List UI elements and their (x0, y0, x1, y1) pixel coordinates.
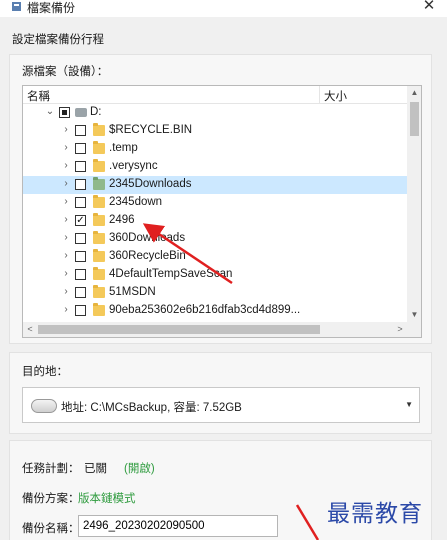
destination-value: 地址: C:\MCsBackup, 容量: 7.52GB (61, 402, 242, 414)
drive-icon (75, 108, 87, 117)
folder-icon (93, 231, 105, 244)
section-title: 設定檔案備份行程 (12, 34, 104, 46)
row-label: 2496 (109, 214, 135, 226)
row-checkbox[interactable] (75, 269, 86, 280)
scroll-down-arrow-icon[interactable]: ▼ (407, 308, 421, 322)
row-label: .verysync (109, 160, 158, 172)
vertical-scrollbar[interactable]: ▲ ▼ (407, 86, 421, 322)
row-label: 360Downloads (109, 232, 186, 244)
folder-icon (93, 285, 105, 298)
row-checkbox[interactable] (59, 107, 70, 118)
chevron-down-icon[interactable]: ▼ (405, 400, 413, 409)
folder-icon (93, 303, 105, 316)
row-checkbox[interactable] (75, 287, 86, 298)
row-label: 2345down (109, 196, 163, 208)
watermark: 最需教育 (327, 501, 423, 527)
schedule-status: 已關 (84, 463, 107, 475)
source-label: 源檔案（設備）： (22, 66, 109, 78)
backup-name-label: 備份名稱： (22, 523, 80, 535)
scroll-corner (407, 322, 421, 337)
tree-row[interactable]: › $RECYCLE.BIN (23, 122, 407, 140)
chevron-right-icon[interactable]: › (61, 124, 71, 136)
folder-icon (93, 177, 105, 190)
chevron-right-icon[interactable]: › (61, 268, 71, 280)
app-icon (12, 2, 21, 11)
tree-row[interactable]: › 2345down (23, 194, 407, 212)
row-checkbox[interactable] (75, 143, 86, 154)
row-label: .temp (109, 142, 138, 154)
row-checkbox[interactable] (75, 125, 86, 136)
row-label: 4DefaultTempSaveScan (109, 268, 233, 280)
row-checkbox[interactable] (75, 251, 86, 262)
title-bar: 檔案備份 ✕ (0, 0, 447, 17)
scroll-left-arrow-icon[interactable]: < (23, 322, 37, 337)
folder-icon (93, 159, 105, 172)
tree-row[interactable]: › 51MSDN (23, 284, 407, 302)
row-label: $RECYCLE.BIN (109, 124, 193, 136)
chevron-right-icon[interactable]: › (61, 304, 71, 316)
schedule-enable-link[interactable]: (開啟) (124, 460, 155, 476)
row-label: 360RecycleBin (109, 250, 186, 262)
column-name[interactable]: 名稱 (27, 88, 50, 104)
column-size[interactable]: 大小 (319, 86, 407, 104)
row-checkbox[interactable] (75, 161, 86, 172)
window-title: 檔案備份 (27, 1, 76, 15)
tree-row[interactable]: › .verysync (23, 158, 407, 176)
tree-row[interactable]: › ✓ 2496 (23, 212, 407, 230)
scroll-right-arrow-icon[interactable]: > (393, 322, 407, 337)
tree-row[interactable]: › 90eba253602e6b216dfab3cd4d899... (23, 302, 407, 320)
tree-row[interactable]: ⌄ D: (23, 104, 407, 122)
chevron-right-icon[interactable]: › (61, 178, 71, 190)
chevron-right-icon[interactable]: › (61, 142, 71, 154)
chevron-down-icon[interactable]: ⌄ (45, 106, 55, 118)
destination-label: 目的地： (22, 366, 68, 378)
backup-name-input[interactable] (78, 515, 278, 537)
tree-row[interactable]: › 360RecycleBin (23, 248, 407, 266)
destination-group: 目的地： 地址: C:\MCsBackup, 容量: 7.52GB ▼ (9, 352, 432, 434)
tree-header: 名稱 大小 (23, 86, 407, 104)
row-checkbox[interactable] (75, 233, 86, 244)
vertical-scroll-thumb[interactable] (410, 102, 419, 136)
plan-label: 備份方案： (22, 493, 80, 505)
row-label: 90eba253602e6b216dfab3cd4d899... (109, 304, 301, 316)
source-tree[interactable]: 名稱 大小 ⌄ D: › $RECYCLE.BIN › .temp › .verysync › 2… (22, 85, 422, 338)
scroll-up-arrow-icon[interactable]: ▲ (407, 86, 421, 100)
chevron-right-icon[interactable]: › (61, 196, 71, 208)
row-checkbox[interactable]: ✓ (75, 215, 86, 226)
horizontal-scroll-thumb[interactable] (38, 325, 320, 334)
disk-icon (31, 399, 57, 413)
close-button[interactable]: ✕ (417, 0, 441, 15)
folder-icon (93, 249, 105, 262)
schedule-label: 任務計劃： (22, 463, 80, 475)
folder-icon (93, 141, 105, 154)
tree-row[interactable]: › 2345Downloads (23, 176, 407, 194)
tree-row[interactable]: › 360Downloads (23, 230, 407, 248)
horizontal-scrollbar[interactable]: < > (23, 322, 407, 337)
chevron-right-icon[interactable]: › (61, 250, 71, 262)
plan-mode-link[interactable]: 版本鏈模式 (78, 490, 136, 506)
row-checkbox[interactable] (75, 305, 86, 316)
folder-icon (93, 123, 105, 136)
chevron-right-icon[interactable]: › (61, 286, 71, 298)
destination-dropdown[interactable]: 地址: C:\MCsBackup, 容量: 7.52GB ▼ (22, 387, 420, 423)
folder-icon (93, 267, 105, 280)
folder-icon (93, 195, 105, 208)
tree-row[interactable]: › 4DefaultTempSaveScan (23, 266, 407, 284)
row-label: D: (90, 106, 102, 118)
chevron-right-icon[interactable]: › (61, 214, 71, 226)
row-checkbox[interactable] (75, 197, 86, 208)
row-checkbox[interactable] (75, 179, 86, 190)
row-label: 2345Downloads (109, 178, 192, 190)
tree-row[interactable]: › .temp (23, 140, 407, 158)
folder-icon (93, 213, 105, 226)
row-label: 51MSDN (109, 286, 156, 298)
chevron-right-icon[interactable]: › (61, 232, 71, 244)
chevron-right-icon[interactable]: › (61, 160, 71, 172)
source-group: 源檔案（設備）： 名稱 大小 ⌄ D: › $RECYCLE.BIN › .temp › .v… (9, 54, 432, 344)
